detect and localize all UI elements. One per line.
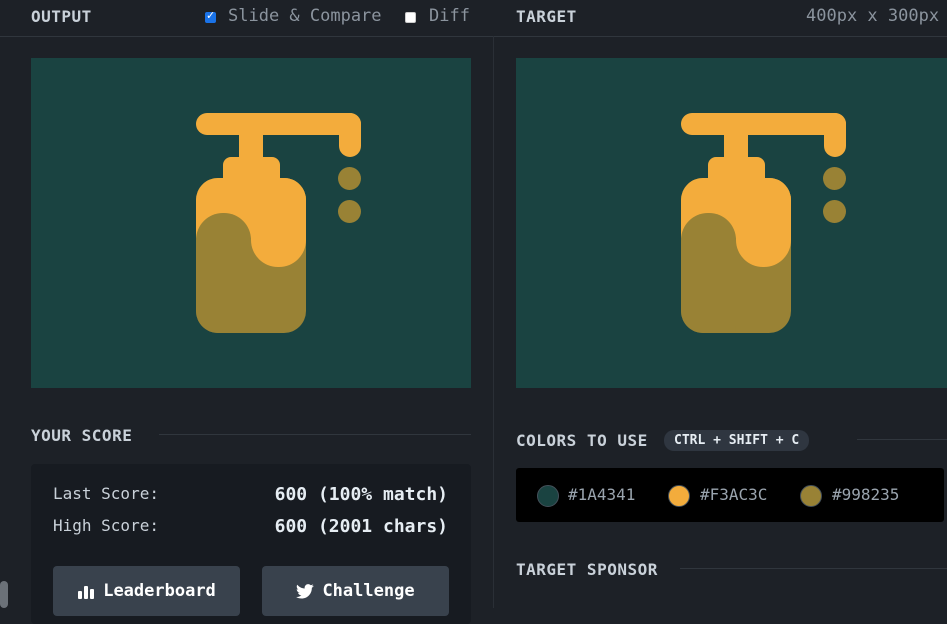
color-hex[interactable]: #998235 bbox=[832, 485, 899, 504]
color-hex[interactable]: #1A4341 bbox=[568, 485, 635, 504]
bar-chart-icon bbox=[78, 586, 95, 599]
target-dimensions: 400px x 300px bbox=[806, 6, 940, 26]
challenge-label: Challenge bbox=[322, 581, 415, 601]
twitter-icon bbox=[296, 583, 315, 599]
target-canvas bbox=[516, 58, 947, 388]
output-title: OUTPUT bbox=[31, 7, 92, 26]
your-score-title: YOUR SCORE bbox=[31, 426, 133, 445]
output-canvas[interactable] bbox=[31, 58, 471, 388]
high-score-label: High Score: bbox=[53, 516, 159, 535]
colors-divider bbox=[857, 439, 947, 440]
slide-compare-checkbox[interactable] bbox=[205, 9, 216, 23]
header-divider bbox=[0, 36, 947, 37]
leaderboard-label: Leaderboard bbox=[103, 581, 216, 601]
high-score-value: 600 (2001 chars) bbox=[274, 516, 448, 537]
score-divider bbox=[159, 434, 471, 435]
sponsor-divider bbox=[680, 568, 947, 569]
last-score-value: 600 (100% match) bbox=[274, 484, 448, 505]
colors-title: COLORS TO USE bbox=[516, 431, 648, 450]
color-swatch[interactable] bbox=[800, 485, 822, 507]
slide-compare-label[interactable]: Slide & Compare bbox=[228, 6, 382, 26]
last-score-label: Last Score: bbox=[53, 484, 159, 503]
color-palette: #1A4341 #F3AC3C #998235 bbox=[516, 468, 944, 522]
challenge-button[interactable]: Challenge bbox=[262, 566, 449, 616]
leaderboard-button[interactable]: Leaderboard bbox=[53, 566, 240, 616]
target-title: TARGET bbox=[516, 7, 577, 26]
color-swatch[interactable] bbox=[537, 485, 559, 507]
target-sponsor-title: TARGET SPONSOR bbox=[516, 560, 658, 579]
diff-checkbox[interactable] bbox=[405, 12, 416, 23]
diff-label[interactable]: Diff bbox=[429, 6, 470, 26]
color-hex[interactable]: #F3AC3C bbox=[700, 485, 767, 504]
scrollbar-thumb[interactable] bbox=[0, 581, 8, 608]
panel-divider bbox=[493, 36, 494, 608]
color-swatch[interactable] bbox=[668, 485, 690, 507]
copy-colors-shortcut: CTRL + SHIFT + C bbox=[664, 430, 810, 451]
